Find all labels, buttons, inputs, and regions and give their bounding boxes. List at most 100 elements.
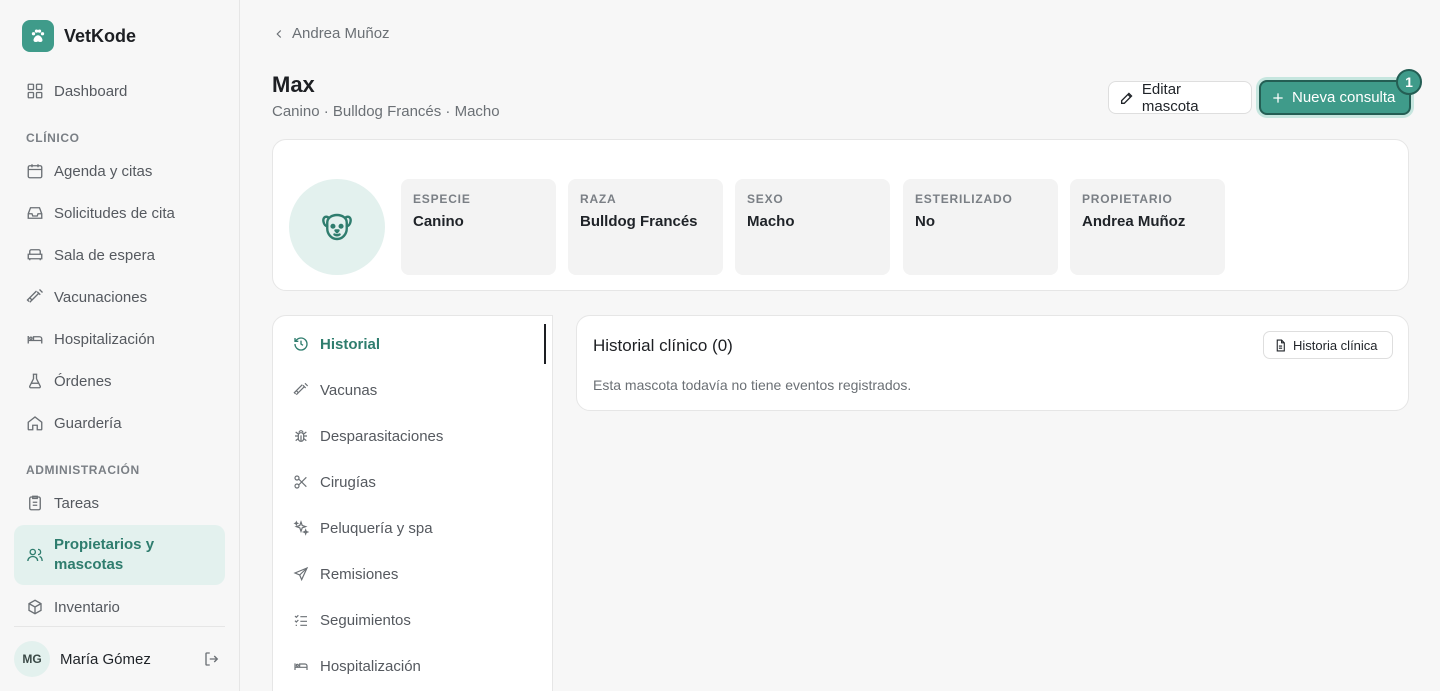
sidebar-item-label: Sala de espera bbox=[54, 246, 155, 264]
history-card: Historial clínico (0) Historia clínica E… bbox=[576, 315, 1409, 411]
tab-remisiones[interactable]: Remisiones bbox=[293, 559, 543, 589]
sidebar-item-agenda[interactable]: Agenda y citas bbox=[14, 151, 225, 191]
pet-field-sexo: SEXO Macho bbox=[735, 179, 890, 275]
tab-vacunas[interactable]: Vacunas bbox=[293, 375, 543, 405]
tab-seguimientos[interactable]: Seguimientos bbox=[293, 605, 543, 635]
inbox-icon bbox=[27, 207, 43, 219]
pet-field-raza: RAZA Bulldog Francés bbox=[568, 179, 723, 275]
field-value: No bbox=[915, 213, 935, 230]
sidebar-item-vacunaciones[interactable]: Vacunaciones bbox=[14, 277, 225, 317]
brand[interactable]: VetKode bbox=[22, 20, 136, 52]
sidebar-item-label: Tareas bbox=[54, 494, 100, 512]
field-value: Canino bbox=[413, 213, 464, 230]
clipboard-icon bbox=[29, 495, 41, 511]
sidebar-item-guarderia[interactable]: Guardería bbox=[14, 403, 225, 443]
sidebar: VetKode Dashboard CLÍNICO Agenda y citas… bbox=[0, 0, 240, 691]
document-icon bbox=[1276, 339, 1285, 351]
avatar: MG bbox=[14, 641, 50, 677]
bed-icon bbox=[27, 336, 43, 344]
field-label: ESPECIE bbox=[413, 192, 471, 206]
sparkles-icon bbox=[293, 520, 309, 536]
tab-hospitalizacion[interactable]: Hospitalización bbox=[293, 651, 543, 681]
plus-icon bbox=[1273, 92, 1283, 103]
sidebar-item-label: Vacunaciones bbox=[54, 288, 148, 306]
app-name: VetKode bbox=[64, 25, 137, 46]
tab-label: Desparasitaciones bbox=[320, 427, 444, 445]
tab-historial[interactable]: Historial bbox=[293, 329, 543, 359]
sidebar-section-clinico: CLÍNICO bbox=[26, 131, 80, 145]
clinical-history-button[interactable]: Historia clínica bbox=[1263, 331, 1393, 359]
edit-pet-button[interactable]: Editar mascota bbox=[1108, 81, 1252, 115]
tab-label: Vacunas bbox=[320, 381, 378, 399]
sidebar-item-inventario[interactable]: Inventario bbox=[14, 587, 225, 627]
logout-icon[interactable] bbox=[203, 650, 221, 668]
sidebar-item-label: Dashboard bbox=[54, 82, 128, 100]
history-empty-message: Esta mascota todavía no tiene eventos re… bbox=[593, 377, 912, 393]
step-badge: 1 bbox=[1396, 69, 1422, 95]
pet-info-card: ESPECIE Canino RAZA Bulldog Francés SEXO… bbox=[272, 139, 1409, 291]
sidebar-item-sala-espera[interactable]: Sala de espera bbox=[14, 235, 225, 275]
box-icon bbox=[28, 599, 42, 615]
active-tab-indicator bbox=[544, 324, 546, 364]
sidebar-item-solicitudes[interactable]: Solicitudes de cita bbox=[14, 193, 225, 233]
clinical-history-label: Historia clínica bbox=[1293, 337, 1378, 353]
sidebar-item-label: Agenda y citas bbox=[54, 162, 153, 180]
sidebar-item-label: Inventario bbox=[54, 598, 120, 616]
tab-desparasitaciones[interactable]: Desparasitaciones bbox=[293, 421, 543, 451]
syringe-icon bbox=[26, 289, 43, 303]
flask-icon bbox=[29, 373, 41, 389]
new-consult-button[interactable]: Nueva consulta bbox=[1259, 80, 1411, 115]
user-name: María Gómez bbox=[60, 650, 151, 668]
sidebar-section-administracion: ADMINISTRACIÓN bbox=[26, 463, 140, 477]
grid-icon bbox=[27, 83, 43, 99]
field-label: RAZA bbox=[580, 192, 617, 206]
checklist-icon bbox=[294, 614, 307, 626]
sidebar-item-ordenes[interactable]: Órdenes bbox=[14, 361, 225, 401]
users-icon bbox=[27, 548, 43, 562]
field-label: PROPIETARIO bbox=[1082, 192, 1173, 206]
sidebar-item-label: Guardería bbox=[54, 414, 122, 432]
history-icon bbox=[294, 337, 308, 351]
field-value: Andrea Muñoz bbox=[1082, 213, 1186, 230]
calendar-icon bbox=[27, 164, 43, 179]
sidebar-item-label: Órdenes bbox=[54, 372, 112, 390]
field-label: ESTERILIZADO bbox=[915, 192, 1013, 206]
breadcrumb-owner-link[interactable]: Andrea Muñoz bbox=[292, 25, 390, 42]
field-value: Bulldog Francés bbox=[580, 213, 698, 230]
pet-field-esterilizado: ESTERILIZADO No bbox=[903, 179, 1058, 275]
sidebar-item-tareas[interactable]: Tareas bbox=[14, 483, 225, 523]
scissors-icon bbox=[294, 475, 307, 489]
page-title: Max bbox=[272, 72, 315, 97]
sidebar-divider bbox=[14, 626, 225, 627]
tab-label: Historial bbox=[320, 335, 381, 353]
dog-icon bbox=[322, 213, 352, 241]
tab-label: Remisiones bbox=[320, 565, 399, 583]
sofa-icon bbox=[27, 249, 43, 261]
bug-icon bbox=[295, 430, 307, 442]
sidebar-item-propietarios[interactable]: Propietarios y mascotas bbox=[14, 525, 225, 585]
sidebar-item-label: Propietarios y mascotas bbox=[54, 536, 155, 573]
new-consult-label: Nueva consulta bbox=[1292, 89, 1396, 106]
sidebar-item-hospitalizacion[interactable]: Hospitalización bbox=[14, 319, 225, 359]
tab-cirugias[interactable]: Cirugías bbox=[293, 467, 543, 497]
tab-label: Cirugías bbox=[320, 473, 376, 491]
sidebar-item-dashboard[interactable]: Dashboard bbox=[14, 71, 225, 111]
history-title: Historial clínico (0) bbox=[593, 336, 733, 355]
breadcrumb[interactable]: Andrea Muñoz bbox=[272, 25, 390, 42]
tab-label: Seguimientos bbox=[320, 611, 411, 629]
pencil-icon bbox=[1120, 91, 1133, 104]
pet-avatar bbox=[289, 179, 385, 275]
syringe-icon bbox=[293, 382, 309, 396]
pet-field-propietario: PROPIETARIO Andrea Muñoz bbox=[1070, 179, 1225, 275]
tab-peluqueria[interactable]: Peluquería y spa bbox=[293, 513, 543, 543]
page-subtitle: Canino · Bulldog Francés · Macho bbox=[272, 103, 500, 120]
pet-tabs: Historial Vacunas Desparasitaciones Ciru… bbox=[272, 315, 553, 691]
sidebar-item-label: Hospitalización bbox=[54, 330, 155, 348]
user-profile[interactable]: MG María Gómez bbox=[14, 640, 225, 678]
sidebar-item-label: Solicitudes de cita bbox=[54, 204, 175, 222]
paw-logo-icon bbox=[22, 20, 54, 52]
chevron-left-icon bbox=[276, 29, 282, 38]
field-label: SEXO bbox=[747, 192, 784, 206]
home-icon bbox=[27, 416, 43, 431]
field-value: Macho bbox=[747, 213, 795, 230]
